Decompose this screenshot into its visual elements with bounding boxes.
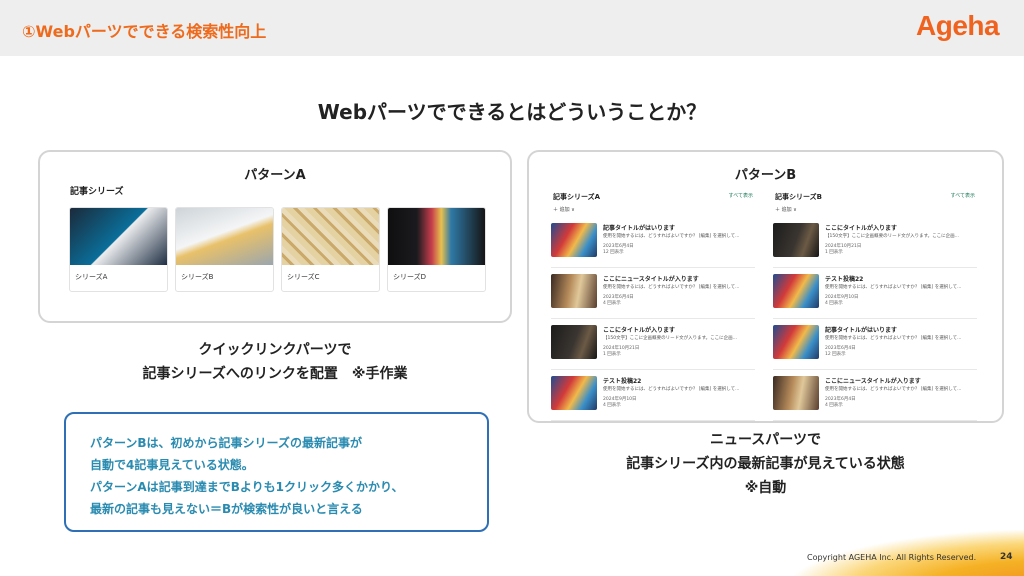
series-card-label: シリーズC (287, 273, 320, 281)
series-card[interactable]: シリーズC (281, 207, 380, 292)
see-all-link[interactable]: すべて表示 (729, 192, 753, 199)
series-card[interactable]: シリーズB (175, 207, 274, 292)
series-section-title: 記事シリーズ (70, 187, 124, 197)
article-views: 4 回表示 (603, 301, 621, 306)
news-article[interactable]: ここにタイトルが入ります 【150文字】ここに企画概要のリード文が入ります。ここ… (551, 319, 755, 370)
article-desc: 使用を開始するには、どうすればよいですか？ [編集] を選択して... (825, 285, 962, 290)
article-title: テスト投稿22 (603, 378, 642, 385)
series-card-image (282, 208, 379, 265)
article-title: ここにタイトルが入ります (825, 225, 898, 232)
article-thumbnail (773, 274, 819, 308)
news-article[interactable]: ここにニュースタイトルが入ります 使用を開始するには、どうすればよいですか？ [… (773, 370, 977, 421)
news-article[interactable]: ここにタイトルが入ります 【150文字】ここに企画概要のリード文が入ります。ここ… (773, 217, 977, 268)
article-views: 1 回表示 (825, 250, 843, 255)
copyright-text: Copyright AGEHA Inc. All Rights Reserved… (807, 553, 977, 562)
article-views: 4 回表示 (603, 403, 621, 408)
series-card-image (176, 208, 273, 265)
article-title: ここにニュースタイトルが入ります (825, 378, 921, 385)
header-bar: ①Webパーツでできる検索性向上 Ageha (0, 0, 1024, 56)
caption-line: ニュースパーツで (709, 432, 822, 448)
article-desc: 【150文字】ここに企画概要のリード文が入ります。ここに企画... (603, 336, 737, 341)
caption-line: クイックリンクパーツで (198, 342, 352, 358)
page-number: 24 (1000, 552, 1013, 562)
pattern-a-panel: パターンA 記事シリーズ シリーズA シリーズB シリーズC シリーズD (38, 150, 512, 323)
series-card-image (388, 208, 485, 265)
article-desc: 使用を開始するには、どうすればよいですか？ [編集] を選択して... (603, 285, 740, 290)
article-views: 1 回表示 (603, 352, 621, 357)
series-card[interactable]: シリーズA (69, 207, 168, 292)
article-desc: 使用を開始するには、どうすればよいですか？ [編集] を選択して... (603, 234, 740, 239)
article-thumbnail (551, 274, 597, 308)
add-new-button[interactable]: ＋ 追加 ∨ (775, 206, 977, 213)
article-title: ここにニュースタイトルが入ります (603, 276, 699, 283)
pattern-b-title: パターンB (734, 168, 797, 183)
article-desc: 使用を開始するには、どうすればよいですか？ [編集] を選択して... (825, 387, 962, 392)
news-article[interactable]: 記事タイトルがはいります 使用を開始するには、どうすればよいですか？ [編集] … (773, 319, 977, 370)
pattern-b-caption: ニュースパーツで 記事シリーズ内の最新記事が見えている状態 ※自動 (527, 429, 1004, 500)
series-card-image (70, 208, 167, 265)
article-thumbnail (551, 325, 597, 359)
news-column: 記事シリーズA すべて表示 ＋ 追加 ∨ 記事タイトルがはいります 使用を開始す… (551, 192, 755, 421)
caption-line: 記事シリーズ内の最新記事が見えている状態 (626, 455, 905, 472)
news-article[interactable]: テスト投稿22 使用を開始するには、どうすればよいですか？ [編集] を選択して… (551, 370, 755, 421)
pattern-b-panel: パターンB 記事シリーズA すべて表示 ＋ 追加 ∨ 記事タイトルがはいります … (527, 150, 1004, 423)
article-views: 12 回表示 (603, 250, 624, 255)
article-title: ここにタイトルが入ります (603, 327, 676, 334)
slide-title: ①Webパーツでできる検索性向上 (22, 22, 267, 41)
article-thumbnail (551, 376, 597, 410)
article-views: 4 回表示 (825, 403, 843, 408)
caption-line: ※自動 (744, 479, 787, 496)
note-line: 自動で4記事見えている状態。 (90, 458, 254, 472)
article-desc: 【150文字】ここに企画概要のリード文が入ります。ここに企画... (825, 234, 959, 239)
series-card-label: シリーズA (75, 273, 108, 281)
add-new-button[interactable]: ＋ 追加 ∨ (553, 206, 755, 213)
pattern-a-caption: クイックリンクパーツで 記事シリーズへのリンクを配置 ※手作業 (38, 339, 512, 387)
pattern-a-title: パターンA (244, 168, 306, 183)
see-all-link[interactable]: すべて表示 (951, 192, 975, 199)
article-views: 4 回表示 (825, 301, 843, 306)
article-thumbnail (773, 223, 819, 257)
article-thumbnail (773, 376, 819, 410)
news-column-title: 記事シリーズA (553, 193, 601, 201)
quicklink-cards: シリーズA シリーズB シリーズC シリーズD (69, 207, 486, 292)
ageha-logo: Ageha (916, 10, 1000, 41)
news-article[interactable]: ここにニュースタイトルが入ります 使用を開始するには、どうすればよいですか？ [… (551, 268, 755, 319)
article-thumbnail (773, 325, 819, 359)
news-column: 記事シリーズB すべて表示 ＋ 追加 ∨ ここにタイトルが入ります 【150文字… (773, 192, 977, 421)
article-title: 記事タイトルがはいります (603, 225, 676, 232)
article-title: 記事タイトルがはいります (825, 327, 898, 334)
article-desc: 使用を開始するには、どうすればよいですか？ [編集] を選択して... (603, 387, 740, 392)
news-article[interactable]: 記事タイトルがはいります 使用を開始するには、どうすればよいですか？ [編集] … (551, 217, 755, 268)
article-title: テスト投稿22 (825, 276, 864, 283)
series-card-label: シリーズD (393, 273, 427, 281)
main-question: Webパーツでできるとはどういうことか？ (317, 100, 707, 124)
note-line: パターンAは記事到達までBよりも1クリック多くかかり、 (90, 480, 404, 494)
article-thumbnail (551, 223, 597, 257)
news-column-title: 記事シリーズB (775, 193, 822, 201)
series-card-label: シリーズB (181, 273, 214, 281)
note-line: 最新の記事も見えない＝Bが検索性が良いと言える (90, 502, 363, 516)
series-card[interactable]: シリーズD (387, 207, 486, 292)
article-views: 12 回表示 (825, 352, 846, 357)
article-desc: 使用を開始するには、どうすればよいですか？ [編集] を選択して... (825, 336, 962, 341)
news-article[interactable]: テスト投稿22 使用を開始するには、どうすればよいですか？ [編集] を選択して… (773, 268, 977, 319)
caption-line: 記事シリーズへのリンクを配置 ※手作業 (142, 365, 408, 382)
note-line: パターンBは、初めから記事シリーズの最新記事が (90, 436, 362, 450)
summary-note-box: パターンBは、初めから記事シリーズの最新記事が 自動で4記事見えている状態。 パ… (64, 412, 489, 532)
